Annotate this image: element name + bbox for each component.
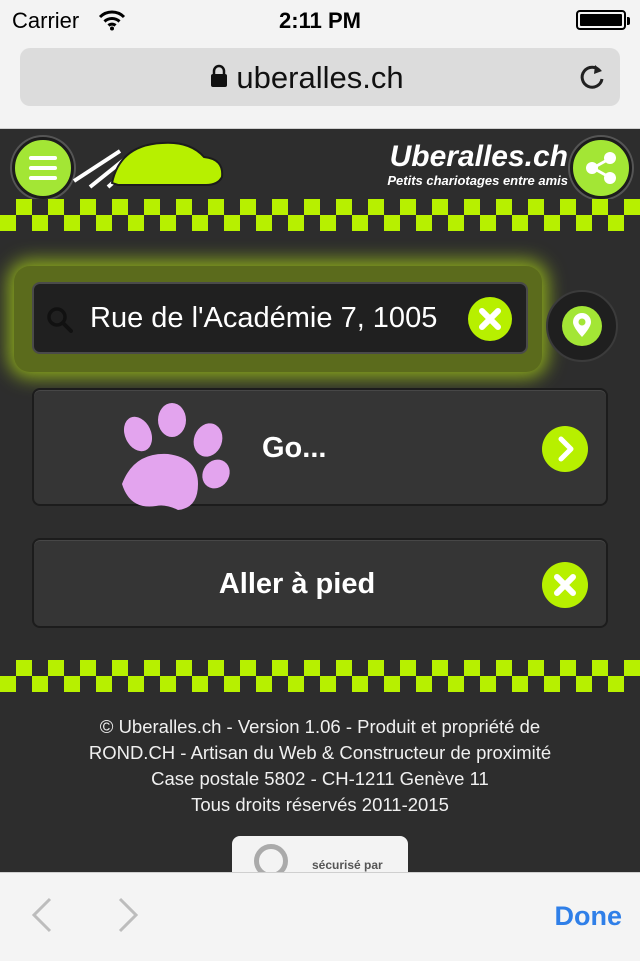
- footer: © Uberalles.ch - Version 1.06 - Produit …: [0, 714, 640, 818]
- done-button[interactable]: Done: [555, 901, 623, 932]
- clock-label: 2:11 PM: [279, 8, 361, 33]
- clear-search-button[interactable]: [468, 297, 512, 341]
- share-icon: [586, 152, 616, 184]
- walk-button[interactable]: Aller à pied: [32, 538, 608, 628]
- share-button[interactable]: [570, 137, 632, 199]
- footer-line: Case postale 5802 - CH-1211 Genève 11: [151, 768, 489, 789]
- security-badge[interactable]: sécurisé par: [232, 836, 408, 876]
- brand: Uberalles.ch Petits chariotages entre am…: [387, 140, 568, 189]
- address-bar[interactable]: uberalles.ch: [20, 48, 620, 106]
- menu-button[interactable]: [12, 137, 74, 199]
- hamburger-icon: [29, 156, 57, 186]
- battery-icon: [576, 10, 630, 30]
- footer-line: ROND.CH - Artisan du Web & Constructeur …: [88, 742, 552, 763]
- forward-icon[interactable]: [112, 895, 142, 940]
- walk-label: Aller à pied: [218, 568, 376, 600]
- go-label: Go...: [262, 432, 327, 464]
- go-button[interactable]: Go...: [32, 388, 608, 510]
- checkered-divider-top: [0, 199, 640, 231]
- brand-name: Uberalles.ch: [389, 140, 568, 173]
- close-icon: [542, 562, 588, 608]
- car-logo-icon: [72, 139, 232, 194]
- close-icon: [479, 308, 501, 330]
- search-icon: [46, 306, 74, 339]
- back-icon[interactable]: [28, 895, 58, 940]
- paw-icon: [116, 402, 236, 519]
- brand-tagline: Petits chariotages entre amis: [387, 173, 568, 188]
- app-header: Uberalles.ch Petits chariotages entre am…: [0, 129, 640, 199]
- reload-icon[interactable]: [578, 62, 606, 97]
- checkered-divider-bottom: [0, 660, 640, 692]
- footer-line: Tous droits réservés 2011-2015: [191, 794, 449, 815]
- url-text: uberalles.ch: [236, 60, 404, 95]
- footer-line: © Uberalles.ch - Version 1.06 - Produit …: [99, 716, 541, 737]
- location-pin-icon: [573, 313, 591, 337]
- chevron-right-icon: [542, 426, 588, 472]
- browser-address-area: uberalles.ch: [0, 40, 640, 129]
- search-value[interactable]: Rue de l'Académie 7, 1005: [90, 302, 452, 335]
- search-input[interactable]: Rue de l'Académie 7, 1005: [32, 282, 528, 354]
- browser-toolbar: Done: [0, 872, 640, 961]
- badge-text: sécurisé par: [312, 858, 383, 872]
- status-bar: Carrier 2:11 PM: [0, 0, 640, 40]
- locate-button[interactable]: [546, 290, 618, 362]
